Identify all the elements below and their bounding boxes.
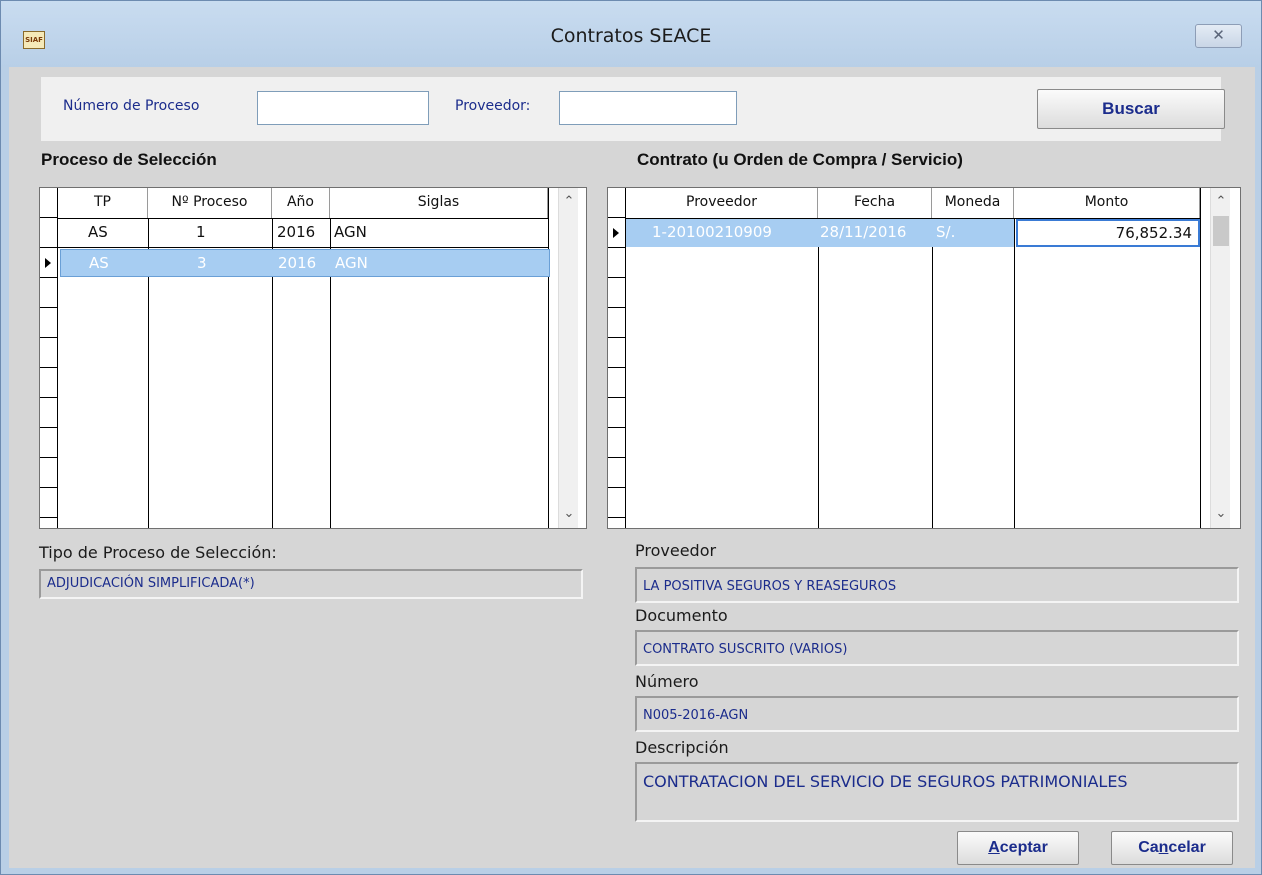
col-header-moneda[interactable]: Moneda [932,188,1014,218]
indicator-cell [40,368,58,398]
indicator-cell[interactable] [40,248,58,278]
proceso-seleccion-title: Proceso de Selección [41,150,217,169]
proceso-row-indicator [40,188,58,528]
cell-moneda: S/. [936,223,956,241]
scroll-up-icon[interactable]: ⌃ [1211,192,1231,212]
col-divider [1200,188,1201,528]
indicator-cell [40,308,58,338]
col-divider [1014,218,1015,528]
col-divider [548,188,549,528]
scroll-thumb[interactable] [1213,216,1229,246]
search-panel: Número de Proceso Proveedor: Buscar [41,77,1225,141]
indicator-header-cell [608,188,626,218]
indicator-header-cell [40,188,58,218]
col-header-proveedor[interactable]: Proveedor [626,188,818,218]
col-header-siglas[interactable]: Siglas [330,188,548,218]
indicator-cell [608,278,626,308]
indicator-cell [608,458,626,488]
tipo-proceso-label: Tipo de Proceso de Selección: [39,543,277,562]
cell-anio: 2016 [278,254,317,272]
indicator-cell [40,488,58,518]
title-bar[interactable]: SIAF Contratos SEACE ✕ [1,1,1261,67]
descripcion-field: CONTRATACION DEL SERVICIO DE SEGUROS PAT… [635,762,1239,822]
indicator-cell [40,278,58,308]
cell-tp: AS [88,223,108,241]
cell-num: 3 [197,254,207,272]
contrato-vertical-scrollbar[interactable]: ⌃ ⌄ [1210,188,1231,528]
cancelar-label-start: Ca [1138,839,1159,856]
cell-siglas: AGN [335,254,368,272]
scroll-down-icon[interactable]: ⌄ [1211,504,1231,524]
dialog-client-area: Número de Proceso Proveedor: Buscar Proc… [9,67,1255,868]
documento-field: CONTRATO SUSCRITO (VARIOS) [635,630,1239,666]
numero-field: N005-2016-AGN [635,696,1239,732]
row-divider [58,247,548,248]
proveedor-detail-label: Proveedor [635,541,717,560]
table-row[interactable]: AS 1 2016 AGN [58,219,548,247]
indicator-cell [608,368,626,398]
aceptar-button[interactable]: Aceptar [957,831,1079,865]
col-divider [818,218,819,528]
proveedor-detail-field: LA POSITIVA SEGUROS Y REASEGUROS [635,567,1239,603]
window-title: Contratos SEACE [550,25,712,47]
cell-tp: AS [89,254,109,272]
tipo-proceso-field: ADJUDICACIÓN SIMPLIFICADA(*) [39,569,583,599]
proceso-grid: TP Nº Proceso Año Siglas AS 1 2016 AGN A… [39,187,587,529]
indicator-cell [40,458,58,488]
proveedor-search-label: Proveedor: [455,98,531,114]
numero-proceso-label: Número de Proceso [63,98,200,114]
close-icon: ✕ [1212,26,1225,44]
table-row-selected[interactable]: 1-20100210909 28/11/2016 S/. [626,219,1014,247]
col-header-tp[interactable]: TP [58,188,148,218]
indicator-cell [40,428,58,458]
cell-proveedor: 1-20100210909 [652,223,772,241]
table-row-selected[interactable]: AS 3 2016 AGN [60,249,550,277]
cancelar-button[interactable]: Cancelar [1111,831,1233,865]
contrato-grid: Proveedor Fecha Moneda Monto 1-201002109… [607,187,1241,529]
current-row-arrow-icon [45,258,51,268]
cell-fecha: 28/11/2016 [820,223,907,241]
scroll-down-icon[interactable]: ⌄ [559,504,579,524]
indicator-cell [608,308,626,338]
aceptar-accelerator: A [988,839,1000,856]
indicator-cell[interactable] [40,218,58,248]
cell-anio: 2016 [277,223,316,241]
documento-label: Documento [635,606,728,625]
cancelar-accelerator: n [1158,839,1169,856]
indicator-cell [40,398,58,428]
indicator-cell [608,338,626,368]
proceso-vertical-scrollbar[interactable]: ⌃ ⌄ [558,188,579,528]
cell-num: 1 [196,223,206,241]
current-row-arrow-icon [613,228,619,238]
col-header-fecha[interactable]: Fecha [818,188,932,218]
indicator-cell [40,338,58,368]
indicator-cell [608,488,626,518]
cancelar-label-end: celar [1168,839,1206,856]
col-header-monto[interactable]: Monto [1014,188,1200,218]
col-divider [932,218,933,528]
close-button[interactable]: ✕ [1195,24,1242,48]
descripcion-label: Descripción [635,738,729,757]
aceptar-label: ceptar [999,839,1048,856]
col-header-anio[interactable]: Año [272,188,330,218]
proveedor-search-input[interactable] [559,91,737,125]
indicator-cell [608,248,626,278]
numero-proceso-input[interactable] [257,91,429,125]
contrato-title: Contrato (u Orden de Compra / Servicio) [637,150,963,169]
contratos-seace-window: SIAF Contratos SEACE ✕ Número de Proceso… [0,0,1262,875]
indicator-cell [608,428,626,458]
scroll-up-icon[interactable]: ⌃ [559,192,579,212]
cell-siglas: AGN [334,223,367,241]
buscar-button[interactable]: Buscar [1037,89,1225,129]
contrato-row-indicator [608,188,626,528]
indicator-cell [608,398,626,428]
numero-label: Número [635,672,699,691]
cell-monto: 76,852.34 [1115,224,1192,242]
cell-monto-editor[interactable]: 76,852.34 [1016,219,1200,247]
col-header-num-proceso[interactable]: Nº Proceso [148,188,272,218]
indicator-cell[interactable] [608,218,626,248]
